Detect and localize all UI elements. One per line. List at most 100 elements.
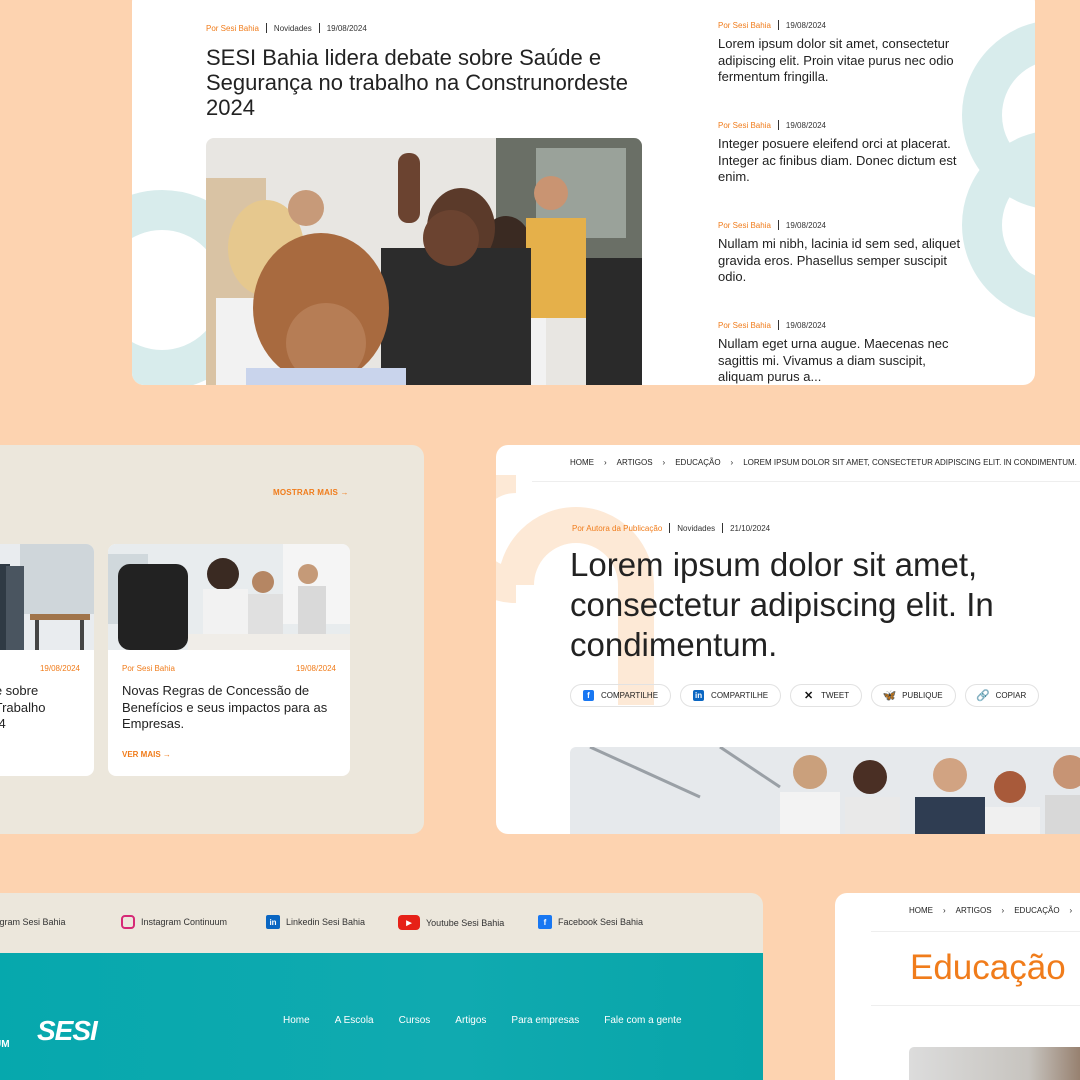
share-bar: f COMPARTILHE in COMPARTILHE ✕ TWEET 🦋 P…	[570, 684, 1040, 707]
date: 19/08/2024	[785, 120, 826, 130]
see-more-label: VER MAIS	[122, 750, 161, 759]
category-title: Educação	[910, 948, 1066, 987]
copy-link-button[interactable]: 🔗 COPIAR	[964, 684, 1040, 707]
instagram-icon	[121, 915, 135, 929]
chevron-right-icon: ›	[662, 458, 666, 467]
linkedin-icon: in	[693, 690, 705, 701]
breadcrumb-articles[interactable]: ARTIGOS	[956, 906, 992, 915]
featured-title[interactable]: SESI Bahia lidera debate sobre Saúde e S…	[206, 45, 636, 120]
nav-companies[interactable]: Para empresas	[511, 1015, 579, 1026]
breadcrumb-home[interactable]: HOME	[909, 906, 933, 915]
date: 19/08/2024	[295, 664, 336, 673]
team-photo	[570, 747, 1080, 834]
show-more-label: MOSTRAR MAIS	[273, 488, 339, 497]
share-facebook-button[interactable]: f COMPARTILHE	[570, 684, 672, 707]
divider	[669, 523, 671, 533]
category-page: HOME › ARTIGOS › EDUCAÇÃO › Educação	[835, 893, 1080, 1080]
nav-contact[interactable]: Fale com a gente	[604, 1015, 681, 1026]
author: Por Sesi Bahia	[206, 23, 259, 33]
office-photo	[0, 544, 94, 650]
social-label: Instagram Sesi Bahia	[0, 917, 66, 927]
category: Novidades	[677, 523, 716, 533]
social-link-linkedin[interactable]: in Linkedin Sesi Bahia	[266, 915, 365, 929]
divider	[777, 120, 779, 130]
share-label: COPIAR	[995, 691, 1027, 700]
social-label: Youtube Sesi Bahia	[426, 917, 505, 928]
share-label: COMPARTILHE	[601, 691, 659, 700]
news-card[interactable]: Por Sesi Bahia 19/08/2024 Novas Regras de…	[108, 544, 350, 776]
article-meta: Por Autora da Publicação Novidades 21/10…	[572, 523, 770, 533]
featured-news-card: Por Sesi Bahia Novidades 19/08/2024 SESI…	[132, 0, 1035, 385]
date: 19/08/2024	[785, 20, 826, 30]
breadcrumb-education: EDUCAÇÃO	[1014, 906, 1060, 915]
see-more-link[interactable]: VER MAIS →	[122, 750, 171, 759]
category-thumbnail[interactable]	[909, 1047, 1080, 1080]
news-item[interactable]: Por Sesi Bahia 19/08/2024 Nullam mi nibh,…	[718, 220, 968, 286]
nav-home[interactable]: Home	[283, 1015, 310, 1026]
meeting-photo	[108, 544, 350, 650]
divider	[777, 320, 779, 330]
share-bluesky-button[interactable]: 🦋 PUBLIQUE	[871, 684, 956, 707]
divider	[318, 23, 320, 33]
author: Por Sesi Bahia	[718, 20, 771, 30]
news-text: Lorem ipsum dolor sit amet, consectetur …	[718, 36, 954, 84]
news-text: Nullam eget urna augue. Maecenas nec sag…	[718, 336, 949, 384]
author: Por Sesi Bahia	[718, 220, 771, 230]
featured-photo[interactable]	[206, 138, 642, 385]
chevron-right-icon: ›	[730, 458, 734, 467]
classroom-photo	[206, 138, 642, 385]
nav-school[interactable]: A Escola	[335, 1015, 374, 1026]
chevron-right-icon: ›	[1069, 906, 1073, 915]
footer-nav: Home A Escola Cursos Artigos Para empres…	[283, 1015, 682, 1026]
card-photo	[0, 544, 94, 650]
news-item[interactable]: Por Sesi Bahia 19/08/2024 Nullam eget urn…	[718, 320, 968, 385]
social-link-youtube[interactable]: ▶ Youtube Sesi Bahia	[398, 915, 504, 930]
share-linkedin-button[interactable]: in COMPARTILHE	[680, 684, 782, 707]
social-label: Linkedin Sesi Bahia	[286, 917, 366, 927]
chevron-right-icon: ›	[1001, 906, 1005, 915]
news-list-section: MOSTRAR MAIS → 19/08/2024 ate sobre o Tr…	[0, 445, 424, 834]
social-label: Instagram Continuum	[141, 917, 228, 927]
chevron-right-icon: ›	[604, 458, 607, 467]
facebook-icon: f	[538, 915, 552, 929]
news-text: Nullam mi nibh, lacinia id sem sed, aliq…	[718, 236, 961, 284]
breadcrumb-home[interactable]: HOME	[570, 458, 594, 467]
nav-articles[interactable]: Artigos	[455, 1015, 486, 1026]
featured-meta: Por Sesi Bahia Novidades 19/08/2024	[206, 23, 367, 33]
category: Novidades	[273, 23, 312, 33]
breadcrumb-current: LOREM IPSUM DOLOR SIT AMET, CONSECTETUR …	[743, 458, 1077, 467]
news-card[interactable]: 19/08/2024 ate sobre o Trabalho 024	[0, 544, 94, 776]
share-label: PUBLIQUE	[902, 691, 943, 700]
date: 19/08/2024	[785, 220, 826, 230]
divider	[777, 20, 779, 30]
breadcrumb-education[interactable]: EDUCAÇÃO	[675, 458, 720, 467]
share-x-button[interactable]: ✕ TWEET	[790, 684, 863, 707]
linkedin-icon: in	[266, 915, 280, 929]
breadcrumb: HOME › ARTIGOS › EDUCAÇÃO › LOREM IPSUM …	[570, 458, 1077, 467]
news-item[interactable]: Por Sesi Bahia 19/08/2024 Lorem ipsum dol…	[718, 20, 968, 86]
x-icon: ✕	[803, 690, 814, 702]
social-link-instagram-sesi[interactable]: Instagram Sesi Bahia	[0, 915, 66, 929]
article-title: Lorem ipsum dolor sit amet, consectetur …	[570, 546, 994, 663]
show-more-link[interactable]: MOSTRAR MAIS →	[273, 488, 349, 497]
social-link-instagram-continuum[interactable]: Instagram Continuum	[121, 915, 227, 929]
date: 21/10/2024	[730, 523, 771, 533]
arrow-right-icon: →	[340, 488, 349, 497]
sesi-logo[interactable]: SESI	[37, 1015, 98, 1047]
divider	[265, 23, 267, 33]
news-item[interactable]: Por Sesi Bahia 19/08/2024 Integer posuere…	[718, 120, 968, 186]
breadcrumb-articles[interactable]: ARTIGOS	[617, 458, 653, 467]
divider	[871, 931, 1080, 932]
nav-courses[interactable]: Cursos	[399, 1015, 431, 1026]
share-label: COMPARTILHE	[711, 691, 769, 700]
card-title: Novas Regras de Concessão de Benefícios …	[122, 683, 328, 731]
date: 19/08/2024	[785, 320, 826, 330]
footer-band: UM SESI Home A Escola Cursos Artigos Par…	[0, 953, 763, 1080]
article-page: HOME › ARTIGOS › EDUCAÇÃO › LOREM IPSUM …	[496, 445, 1080, 834]
site-footer: Instagram Sesi Bahia Instagram Continuum…	[0, 893, 763, 1080]
divider	[722, 523, 724, 533]
arrow-right-icon: →	[162, 750, 171, 759]
social-link-facebook[interactable]: f Facebook Sesi Bahia	[538, 915, 643, 929]
facebook-icon: f	[583, 690, 594, 701]
date: 19/08/2024	[326, 23, 367, 33]
